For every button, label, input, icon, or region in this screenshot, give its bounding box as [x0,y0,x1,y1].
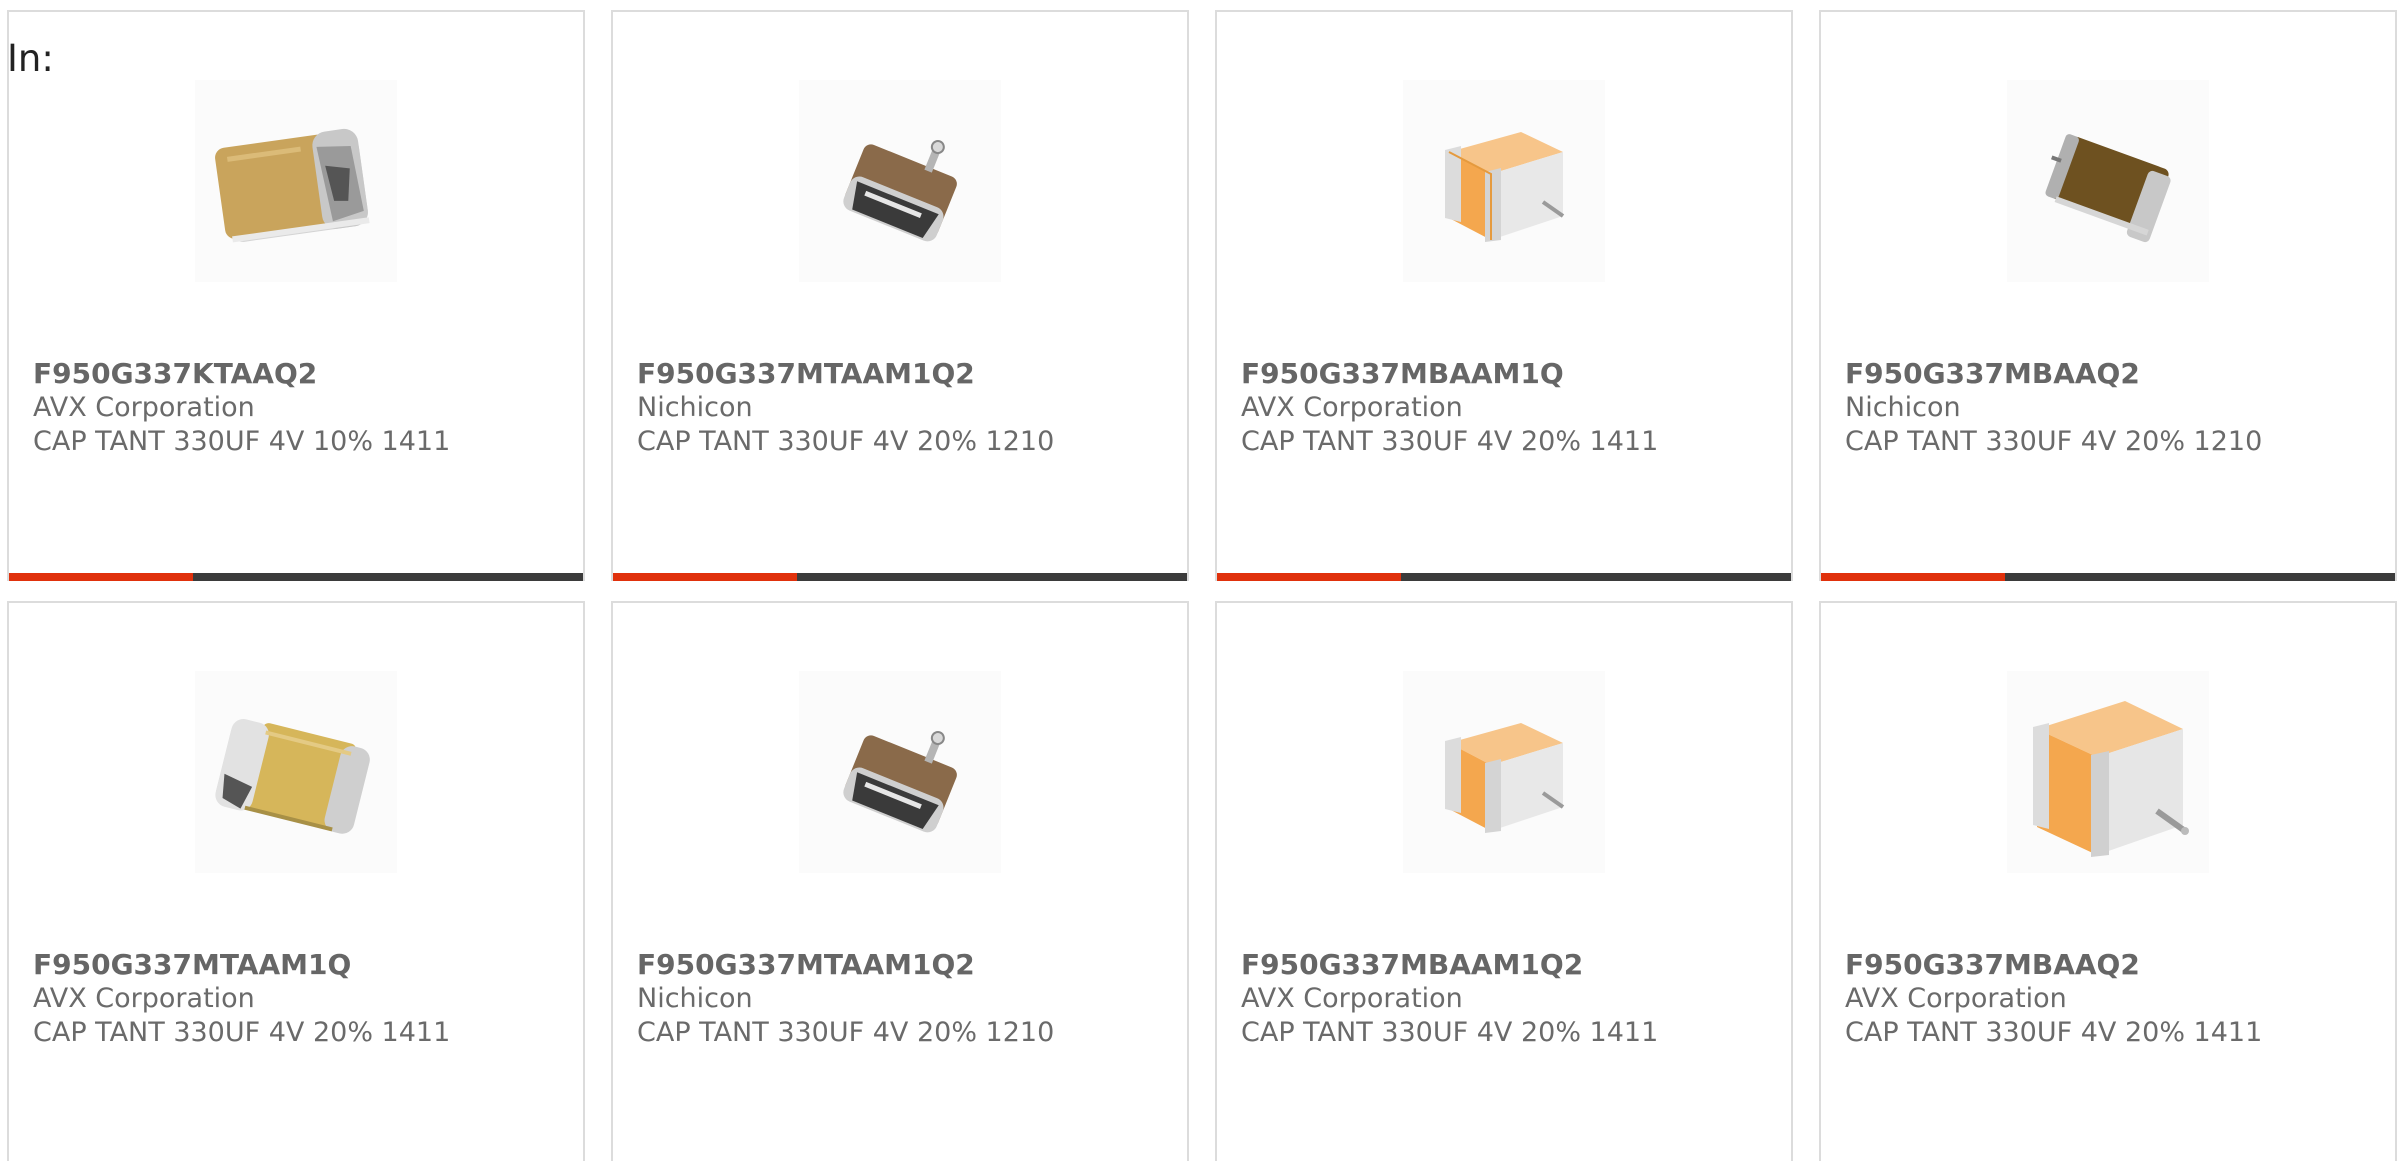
product-info: F950G337MBAAQ2 Nichicon CAP TANT 330UF 4… [1845,357,2385,459]
capacitor-orange-large-icon[interactable] [2007,671,2209,873]
product-grid-page: In: F950G337KTAAQ2 AVX Corporation CAP T… [0,0,2400,1161]
in-label: In: [7,37,54,80]
part-number-link[interactable]: F950G337MBAAM1Q2 [1241,948,1781,982]
part-number-link[interactable]: F950G337MBAAQ2 [1845,357,2385,391]
capacitor-orange-icon[interactable] [1403,671,1605,873]
product-card[interactable]: F950G337MTAAM1Q2 Nichicon CAP TANT 330UF… [611,10,1189,581]
capacitor-dark-brown-icon[interactable] [2007,80,2209,282]
part-number-link[interactable]: F950G337MTAAM1Q2 [637,948,1177,982]
product-description: CAP TANT 330UF 4V 20% 1411 [1241,426,1659,457]
product-info: F950G337MTAAM1Q AVX Corporation CAP TANT… [33,948,573,1050]
capacitor-tan-silver-icon[interactable] [195,80,397,282]
product-card[interactable]: F950G337KTAAQ2 AVX Corporation CAP TANT … [7,10,585,581]
product-description: CAP TANT 330UF 4V 20% 1411 [1241,1017,1659,1048]
part-number-link[interactable]: F950G337MBAAQ2 [1845,948,2385,982]
part-number-link[interactable]: F950G337KTAAQ2 [33,357,573,391]
manufacturer-name: Nichicon [1845,392,1961,423]
progress-bar [1821,573,2395,581]
manufacturer-name: AVX Corporation [1241,392,1463,423]
product-info: F950G337MTAAM1Q2 Nichicon CAP TANT 330UF… [637,948,1177,1050]
product-info: F950G337MTAAM1Q2 Nichicon CAP TANT 330UF… [637,357,1177,459]
manufacturer-name: Nichicon [637,392,753,423]
product-card[interactable]: F950G337MTAAM1Q2 Nichicon CAP TANT 330UF… [611,601,1189,1161]
product-description: CAP TANT 330UF 4V 20% 1210 [637,1017,1055,1048]
product-description: CAP TANT 330UF 4V 20% 1411 [1845,1017,2263,1048]
product-description: CAP TANT 330UF 4V 20% 1210 [1845,426,2263,457]
capacitor-brown-small-icon[interactable] [799,80,1001,282]
product-card[interactable]: F950G337MBAAQ2 Nichicon CAP TANT 330UF 4… [1819,10,2397,581]
manufacturer-name: AVX Corporation [1241,983,1463,1014]
product-info: F950G337MBAAM1Q2 AVX Corporation CAP TAN… [1241,948,1781,1050]
product-info: F950G337KTAAQ2 AVX Corporation CAP TANT … [33,357,573,459]
part-number-link[interactable]: F950G337MBAAM1Q [1241,357,1781,391]
manufacturer-name: Nichicon [637,983,753,1014]
product-description: CAP TANT 330UF 4V 20% 1411 [33,1017,451,1048]
part-number-link[interactable]: F950G337MTAAM1Q [33,948,573,982]
progress-fill [1821,573,2005,581]
product-info: F950G337MBAAM1Q AVX Corporation CAP TANT… [1241,357,1781,459]
progress-fill [613,573,797,581]
product-card[interactable]: F950G337MBAAM1Q2 AVX Corporation CAP TAN… [1215,601,1793,1161]
capacitor-brown-small-icon[interactable] [799,671,1001,873]
progress-bar [9,573,583,581]
progress-bar [1217,573,1791,581]
product-description: CAP TANT 330UF 4V 20% 1210 [637,426,1055,457]
product-card[interactable]: F950G337MTAAM1Q AVX Corporation CAP TANT… [7,601,585,1161]
product-card[interactable]: F950G337MBAAM1Q AVX Corporation CAP TANT… [1215,10,1793,581]
product-description: CAP TANT 330UF 4V 10% 1411 [33,426,451,457]
manufacturer-name: AVX Corporation [1845,983,2067,1014]
progress-bar [613,573,1187,581]
manufacturer-name: AVX Corporation [33,983,255,1014]
capacitor-orange-icon[interactable] [1403,80,1605,282]
capacitor-tan-silver-icon[interactable] [195,671,397,873]
product-card[interactable]: F950G337MBAAQ2 AVX Corporation CAP TANT … [1819,601,2397,1161]
progress-fill [1217,573,1401,581]
product-info: F950G337MBAAQ2 AVX Corporation CAP TANT … [1845,948,2385,1050]
progress-fill [9,573,193,581]
part-number-link[interactable]: F950G337MTAAM1Q2 [637,357,1177,391]
manufacturer-name: AVX Corporation [33,392,255,423]
